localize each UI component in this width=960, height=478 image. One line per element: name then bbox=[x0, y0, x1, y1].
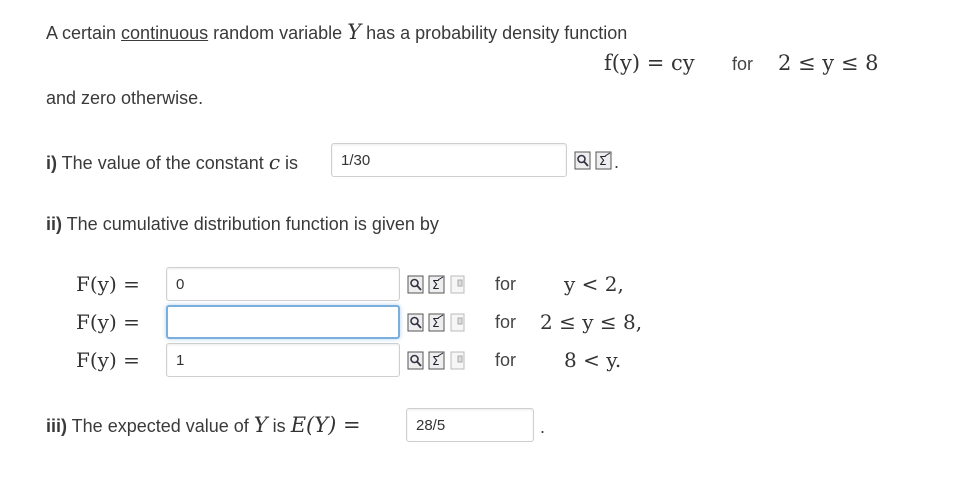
cdf-lhs-3: F(y) = bbox=[76, 348, 140, 372]
intro-sentence: A certain continuous random variable Y h… bbox=[46, 20, 627, 44]
intro-text-c: has a probability density function bbox=[361, 23, 628, 43]
clear-icon[interactable] bbox=[449, 312, 467, 332]
preview-icon[interactable] bbox=[407, 274, 425, 294]
cdf-tools-3: Σ bbox=[407, 350, 467, 370]
cdf-cond-3: 8 < y. bbox=[564, 348, 622, 372]
equation-editor-icon[interactable]: Σ bbox=[428, 312, 446, 332]
pdf-formula: f(y) = cy bbox=[604, 51, 695, 75]
equation-editor-icon[interactable]: Σ bbox=[595, 150, 613, 170]
part3-is: is bbox=[267, 416, 291, 436]
part3-text: The expected value of bbox=[67, 416, 254, 436]
expected-value-expr: E(Y) = bbox=[290, 413, 361, 437]
variable-y: Y bbox=[347, 20, 362, 44]
preview-icon[interactable] bbox=[574, 150, 592, 170]
part3-period: . bbox=[540, 417, 546, 437]
cdf-input-3[interactable] bbox=[166, 343, 400, 377]
equation-editor-icon[interactable]: Σ bbox=[428, 274, 446, 294]
part1-label: i) bbox=[46, 153, 57, 173]
cdf-for-2: for bbox=[495, 312, 517, 332]
part3-question: iii) The expected value of Y is E(Y) = bbox=[46, 413, 361, 437]
part2-label: ii) bbox=[46, 214, 62, 234]
cdf-tools-2: Σ bbox=[407, 312, 467, 332]
cdf-for-1: for bbox=[495, 274, 517, 294]
intro-text-b: random variable bbox=[208, 23, 348, 43]
part3-label: iii) bbox=[46, 416, 67, 436]
preview-icon[interactable] bbox=[407, 312, 425, 332]
part1-period: . bbox=[614, 152, 620, 172]
cdf-input-2[interactable] bbox=[166, 305, 400, 339]
clear-icon[interactable] bbox=[449, 274, 467, 294]
continuous-link[interactable]: continuous bbox=[121, 23, 208, 43]
variable-c: c bbox=[268, 150, 281, 174]
cdf-lhs-2: F(y) = bbox=[76, 310, 140, 334]
cdf-tools-1: Σ bbox=[407, 274, 467, 294]
part1-text: The value of the constant bbox=[57, 153, 269, 173]
clear-icon[interactable] bbox=[449, 350, 467, 370]
part1-question: i) The value of the constant c is bbox=[46, 150, 298, 174]
otherwise-text: and zero otherwise. bbox=[46, 88, 204, 108]
cdf-input-1[interactable] bbox=[166, 267, 400, 301]
pdf-range: 2 ≤ y ≤ 8 bbox=[778, 51, 879, 75]
cdf-cond-1: y < 2, bbox=[564, 272, 624, 296]
constant-c-input[interactable] bbox=[331, 143, 567, 177]
variable-y-2: Y bbox=[253, 413, 268, 437]
preview-icon[interactable] bbox=[407, 350, 425, 370]
cdf-lhs-1: F(y) = bbox=[76, 272, 140, 296]
part1-is: is bbox=[280, 153, 299, 173]
intro-text-a: A certain bbox=[46, 23, 122, 43]
expected-value-input[interactable] bbox=[406, 408, 534, 442]
cdf-cond-2: 2 ≤ y ≤ 8, bbox=[540, 310, 643, 334]
cdf-for-3: for bbox=[495, 350, 517, 370]
part2-question: ii) The cumulative distribution function… bbox=[46, 214, 439, 235]
part2-text: The cumulative distribution function is … bbox=[62, 214, 439, 234]
equation-editor-icon[interactable]: Σ bbox=[428, 350, 446, 370]
part1-tools: Σ bbox=[574, 150, 613, 170]
pdf-for-label: for bbox=[732, 54, 754, 74]
